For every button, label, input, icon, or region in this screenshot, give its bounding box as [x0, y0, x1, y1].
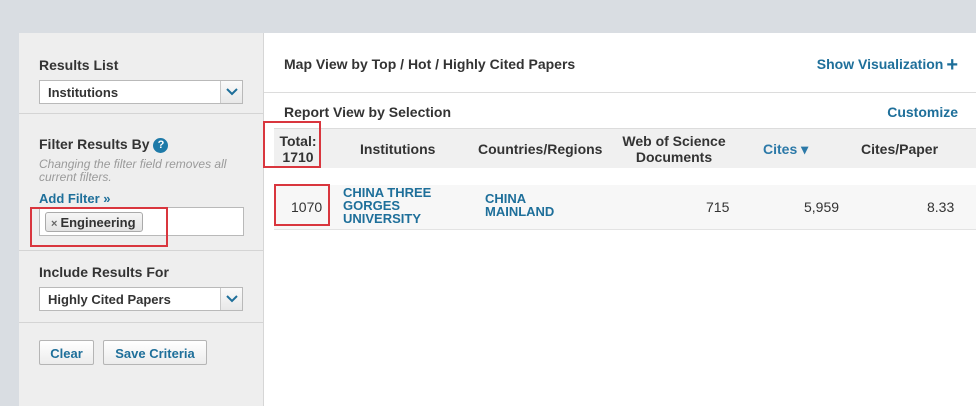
customize-link[interactable]: Customize — [887, 104, 958, 120]
cites-header[interactable]: Cites ▾ — [763, 141, 808, 157]
cites-header-label: Cites — [763, 141, 798, 157]
help-icon[interactable]: ? — [153, 137, 169, 153]
cites-per-paper-cell: 8.33 — [927, 199, 955, 215]
table-row: 1070 CHINA THREE GORGES UNIVERSITY CHINA… — [274, 185, 976, 230]
filter-note: Changing the filter field removes all cu… — [39, 157, 227, 184]
close-icon[interactable]: × — [51, 218, 57, 230]
chevron-down-icon[interactable] — [220, 81, 242, 103]
institutions-header[interactable]: Institutions — [360, 141, 435, 157]
filter-label-text: Filter Results By — [39, 136, 150, 152]
results-list-selected: Institutions — [48, 85, 119, 100]
total-label: Total: — [279, 133, 317, 149]
institution-line3: UNIVERSITY — [343, 211, 422, 226]
results-list-select[interactable]: Institutions — [39, 80, 243, 104]
wos-line2: Documents — [635, 149, 713, 165]
filter-tag-label: Engineering — [60, 215, 136, 230]
chevron-down-icon[interactable] — [220, 288, 242, 310]
main-panel: Map View by Top / Hot / Highly Cited Pap… — [264, 33, 976, 406]
save-criteria-button[interactable]: Save Criteria — [103, 340, 207, 365]
divider — [264, 92, 976, 93]
country-line2: MAINLAND — [485, 204, 555, 219]
add-filter-link[interactable]: Add Filter » — [39, 191, 111, 206]
app-frame: Results List Institutions Filter Results… — [19, 33, 976, 406]
total-header: Total: 1710 — [277, 133, 319, 165]
show-visualization-link[interactable]: Show Visualization + — [817, 54, 958, 77]
sidebar: Results List Institutions Filter Results… — [19, 33, 264, 406]
include-select[interactable]: Highly Cited Papers — [39, 287, 243, 311]
sort-down-icon: ▾ — [801, 141, 809, 157]
filter-label: Filter Results By? — [39, 136, 169, 153]
include-section: Include Results For Highly Cited Papers — [19, 251, 263, 323]
results-list-label: Results List — [39, 57, 119, 73]
include-selected: Highly Cited Papers — [48, 292, 171, 307]
filter-tag: × Engineering — [45, 212, 143, 232]
wos-documents-cell: 715 — [706, 199, 730, 215]
report-view-title: Report View by Selection — [284, 104, 452, 120]
map-view-title: Map View by Top / Hot / Highly Cited Pap… — [284, 56, 576, 72]
total-value: 1710 — [282, 149, 314, 165]
results-list-section: Results List Institutions — [19, 33, 263, 114]
country-link[interactable]: CHINA MAINLAND — [485, 192, 554, 218]
clear-button[interactable]: Clear — [39, 340, 94, 365]
show-visualization-label: Show Visualization — [816, 56, 944, 72]
rank-cell: 1070 — [291, 199, 323, 215]
filter-tags-box[interactable]: × Engineering — [39, 207, 244, 236]
cites-per-paper-header[interactable]: Cites/Paper — [861, 141, 938, 157]
include-label: Include Results For — [39, 264, 169, 280]
cites-cell: 5,959 — [804, 199, 840, 215]
wos-line1: Web of Science — [622, 133, 726, 149]
filter-section: Filter Results By? Changing the filter f… — [19, 114, 263, 251]
countries-header[interactable]: Countries/Regions — [478, 141, 602, 157]
plus-icon: + — [946, 54, 958, 76]
table-header: Total: 1710 Institutions Countries/Regio… — [274, 128, 976, 168]
wos-documents-header[interactable]: Web of Science Documents — [621, 133, 727, 165]
institution-link[interactable]: CHINA THREE GORGES UNIVERSITY — [343, 186, 431, 225]
